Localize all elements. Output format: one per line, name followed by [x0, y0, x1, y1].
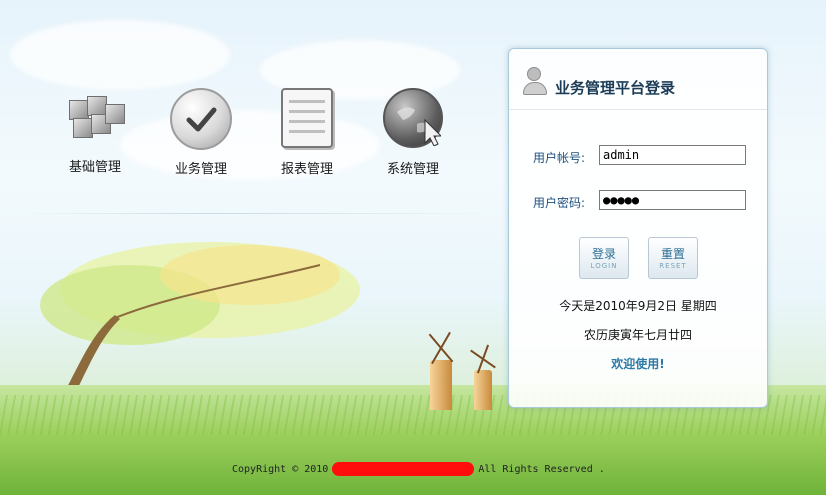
lunar-date-text: 农历庚寅年七月廿四 [583, 328, 692, 342]
user-icon [523, 67, 547, 95]
password-label: 用户密码: [533, 196, 586, 210]
module-label: 系统管理 [386, 162, 439, 177]
username-row: 用户帐号: [533, 145, 746, 166]
login-button[interactable]: 登录 LOGIN [579, 237, 629, 279]
footer-copyright: CopyRight © 2010 All Rights Reserved . [232, 462, 605, 476]
welcome-text: 欢迎使用! [611, 357, 665, 371]
login-page: 基础管理 业务管理 报表管理 系统管理 业务管理平台登录 用户帐号: admin… [0, 0, 826, 495]
module-basic-management[interactable]: 基础管理 [45, 86, 145, 175]
username-input[interactable] [599, 145, 746, 165]
login-button-label: 登录 [591, 247, 616, 261]
globe-cursor-icon [381, 88, 445, 152]
module-report-management[interactable]: 报表管理 [257, 86, 357, 177]
cloud-decoration [10, 20, 230, 90]
reset-button[interactable]: 重置 RESET [648, 237, 698, 279]
cubes-icon [63, 86, 127, 150]
module-label: 基础管理 [68, 160, 121, 175]
copyright-prefix: CopyRight © 2010 [232, 464, 329, 475]
module-business-management[interactable]: 业务管理 [151, 86, 251, 177]
tree-illustration [40, 242, 360, 403]
windmill-illustration [410, 320, 510, 410]
redaction-mark [332, 462, 475, 476]
password-row: 用户密码: [533, 190, 746, 211]
username-label: 用户帐号: [533, 151, 586, 165]
module-label: 报表管理 [280, 162, 333, 177]
reset-button-label: 重置 [660, 247, 685, 261]
check-circle-icon [169, 88, 233, 152]
login-title: 业务管理平台登录 [555, 79, 676, 97]
copyright-suffix: All Rights Reserved . [478, 464, 605, 475]
password-input[interactable] [599, 190, 746, 210]
reset-button-sublabel: RESET [659, 262, 687, 270]
login-button-sublabel: LOGIN [590, 262, 618, 270]
module-system-management[interactable]: 系统管理 [363, 86, 463, 177]
login-panel-header: 业务管理平台登录 [509, 49, 767, 110]
report-calendar-icon [275, 88, 339, 152]
nav-divider [20, 213, 500, 214]
module-label: 业务管理 [174, 162, 227, 177]
login-panel: 业务管理平台登录 用户帐号: 用户密码: 登录 LOGIN 重置 RESET 今… [508, 48, 768, 408]
date-text: 今天是2010年9月2日 星期四 [559, 299, 717, 313]
